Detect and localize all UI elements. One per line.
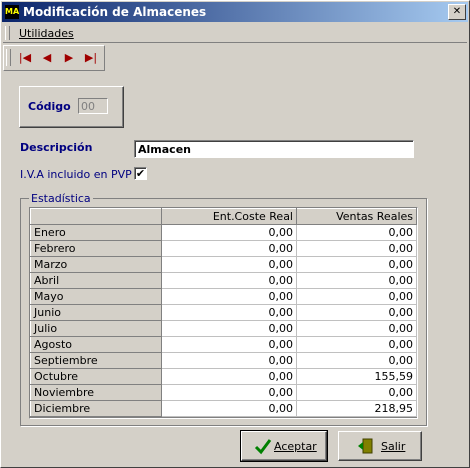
nav-last-icon[interactable]: ▶| xyxy=(82,50,100,66)
coste-cell[interactable]: 0,00 xyxy=(161,368,297,385)
nav-first-icon[interactable]: |◀ xyxy=(16,50,34,66)
coste-cell[interactable]: 0,00 xyxy=(161,400,297,417)
ventas-cell[interactable]: 0,00 xyxy=(296,304,417,321)
coste-cell[interactable]: 0,00 xyxy=(161,304,297,321)
ventas-cell[interactable]: 0,00 xyxy=(296,384,417,401)
month-cell: Marzo xyxy=(30,256,162,273)
month-cell: Julio xyxy=(30,320,162,337)
coste-cell[interactable]: 0,00 xyxy=(161,384,297,401)
salir-button[interactable]: Salir xyxy=(338,431,422,461)
ventas-cell[interactable]: 155,59 xyxy=(296,368,417,385)
ventas-cell[interactable]: 0,00 xyxy=(296,256,417,273)
aceptar-label: Aceptar xyxy=(274,440,317,453)
descripcion-field[interactable]: Almacen xyxy=(134,140,414,158)
coste-cell[interactable]: 0,00 xyxy=(161,320,297,337)
month-cell: Enero xyxy=(30,224,162,241)
column-header-ventas[interactable]: Ventas Reales xyxy=(296,208,417,225)
estadistica-table: Ent.Coste Real Ventas Reales Enero 0,00 0,… xyxy=(30,208,417,417)
codigo-panel: Código 00 xyxy=(19,86,124,128)
menu-grip xyxy=(5,26,10,40)
month-cell: Septiembre xyxy=(30,352,162,369)
table-row: Enero 0,00 0,00 xyxy=(30,224,417,241)
descripcion-label: Descripción xyxy=(20,141,93,154)
ventas-cell[interactable]: 0,00 xyxy=(296,336,417,353)
title-bar[interactable]: MA Modificación de Almacenes ✕ xyxy=(2,2,468,22)
month-cell: Noviembre xyxy=(30,384,162,401)
toolbar-grip xyxy=(6,49,11,66)
estadistica-legend: Estadística xyxy=(29,192,93,205)
menu-utilidades[interactable]: Utilidades xyxy=(19,27,74,40)
close-button[interactable]: ✕ xyxy=(448,4,466,20)
window-title: Modificación de Almacenes xyxy=(23,5,207,19)
navigation-toolbar: |◀ ◀ ▶ ▶| xyxy=(3,45,105,71)
month-cell: Octubre xyxy=(30,368,162,385)
table-row: Noviembre 0,00 0,00 xyxy=(30,384,417,401)
coste-cell[interactable]: 0,00 xyxy=(161,288,297,305)
salir-label: Salir xyxy=(381,440,406,453)
ventas-cell[interactable]: 218,95 xyxy=(296,400,417,417)
iva-checkbox[interactable]: ✔ xyxy=(134,167,147,180)
ventas-cell[interactable]: 0,00 xyxy=(296,320,417,337)
table-row: Febrero 0,00 0,00 xyxy=(30,240,417,257)
codigo-label: Código xyxy=(28,100,71,113)
month-cell: Agosto xyxy=(30,336,162,353)
ventas-cell[interactable]: 0,00 xyxy=(296,272,417,289)
month-cell: Junio xyxy=(30,304,162,321)
codigo-field[interactable]: 00 xyxy=(78,98,108,114)
estadistica-group: Estadística Ent.Coste Real Ventas Reales… xyxy=(20,192,427,426)
table-row: Septiembre 0,00 0,00 xyxy=(30,352,417,369)
table-header-row: Ent.Coste Real Ventas Reales xyxy=(30,208,417,225)
column-header-month xyxy=(30,208,162,225)
coste-cell[interactable]: 0,00 xyxy=(161,352,297,369)
checkmark-icon xyxy=(254,439,272,455)
app-icon: MA xyxy=(5,5,19,19)
ventas-cell[interactable]: 0,00 xyxy=(296,352,417,369)
nav-prev-icon[interactable]: ◀ xyxy=(38,50,56,66)
coste-cell[interactable]: 0,00 xyxy=(161,272,297,289)
menu-bar: Utilidades xyxy=(3,24,467,43)
coste-cell[interactable]: 0,00 xyxy=(161,224,297,241)
column-header-coste[interactable]: Ent.Coste Real xyxy=(161,208,297,225)
coste-cell[interactable]: 0,00 xyxy=(161,256,297,273)
month-cell: Diciembre xyxy=(30,400,162,417)
table-row: Octubre 0,00 155,59 xyxy=(30,368,417,385)
table-row: Marzo 0,00 0,00 xyxy=(30,256,417,273)
month-cell: Abril xyxy=(30,272,162,289)
table-row: Diciembre 0,00 218,95 xyxy=(30,400,417,417)
coste-cell[interactable]: 0,00 xyxy=(161,336,297,353)
ventas-cell[interactable]: 0,00 xyxy=(296,288,417,305)
ventas-cell[interactable]: 0,00 xyxy=(296,224,417,241)
table-row: Agosto 0,00 0,00 xyxy=(30,336,417,353)
table-row: Mayo 0,00 0,00 xyxy=(30,288,417,305)
table-row: Julio 0,00 0,00 xyxy=(30,320,417,337)
estadistica-grid[interactable]: Ent.Coste Real Ventas Reales Enero 0,00 0,… xyxy=(29,207,418,419)
table-row: Abril 0,00 0,00 xyxy=(30,272,417,289)
month-cell: Mayo xyxy=(30,288,162,305)
exit-door-icon xyxy=(358,438,373,454)
aceptar-button[interactable]: Aceptar xyxy=(240,430,328,462)
table-row: Junio 0,00 0,00 xyxy=(30,304,417,321)
nav-next-icon[interactable]: ▶ xyxy=(60,50,78,66)
iva-label: I.V.A incluido en PVP xyxy=(20,168,132,181)
close-icon: ✕ xyxy=(452,6,462,17)
coste-cell[interactable]: 0,00 xyxy=(161,240,297,257)
ventas-cell[interactable]: 0,00 xyxy=(296,240,417,257)
month-cell: Febrero xyxy=(30,240,162,257)
app-window: MA Modificación de Almacenes ✕ Utilidade… xyxy=(0,0,470,468)
